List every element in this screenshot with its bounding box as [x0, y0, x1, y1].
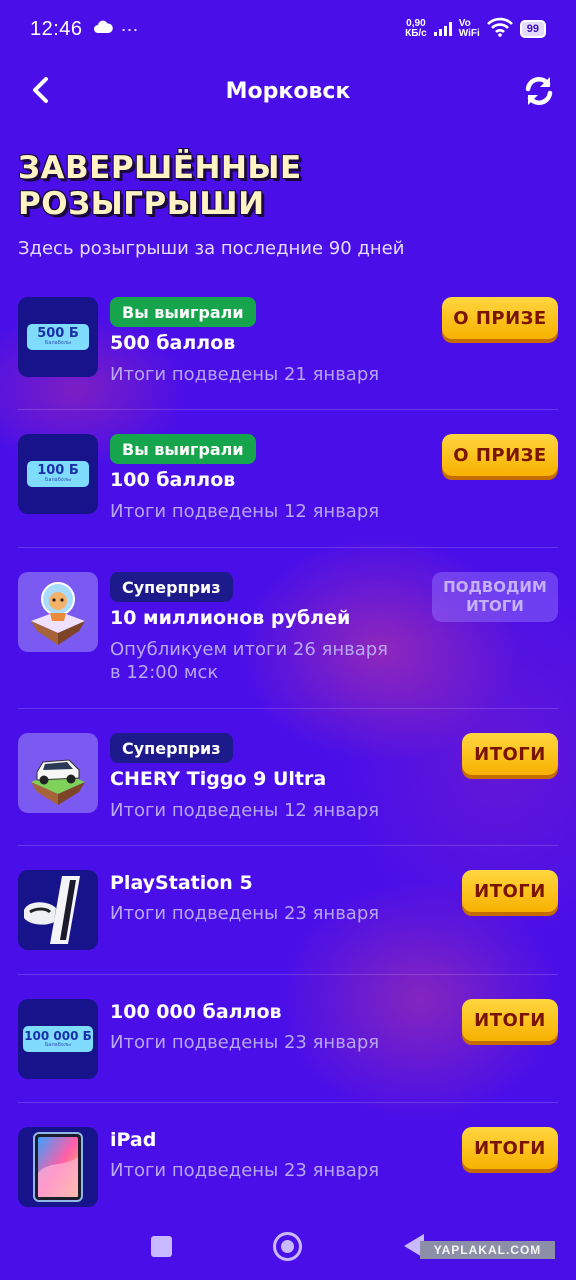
list-item[interactable]: 100 Б Балаболы Вы выиграли 100 баллов Ит…: [18, 410, 558, 548]
about-prize-button[interactable]: О ПРИЗЕ: [442, 297, 558, 339]
wifi-icon: [486, 17, 513, 42]
results-button[interactable]: ИТОГИ: [462, 999, 558, 1041]
points-card-icon: 100 000 Б Балаболы: [23, 1026, 93, 1052]
prize-title: 10 миллионов рублей: [110, 607, 351, 629]
prize-note: Итоги подведены 23 января: [110, 1160, 380, 1181]
points-card-icon: 500 Б Балаболы: [27, 324, 89, 350]
results-button[interactable]: ИТОГИ: [462, 733, 558, 775]
status-badge: Вы выиграли: [110, 297, 256, 327]
prize-note: Опубликуем итоги 26 января в 12:00 мск: [110, 639, 388, 683]
list-item[interactable]: 100 000 Б Балаболы 100 000 баллов Итоги …: [18, 975, 558, 1103]
back-button[interactable]: [26, 74, 58, 106]
list-item[interactable]: 500 Б Балаболы Вы выиграли 500 баллов Ит…: [18, 278, 558, 410]
prize-title: PlayStation 5: [110, 872, 253, 894]
list-item[interactable]: Суперприз CHERY Tiggo 9 Ultra Итоги подв…: [18, 709, 558, 846]
list-item[interactable]: iPad Итоги подведены 23 января ИТОГИ: [18, 1103, 558, 1213]
prize-title: iPad: [110, 1129, 157, 1151]
prize-thumbnail: [18, 870, 98, 950]
header-title: Морковск: [225, 78, 351, 104]
home-button[interactable]: [273, 1232, 302, 1261]
playstation-console-icon: [24, 876, 80, 944]
prize-thumbnail: 500 Б Балаболы: [18, 297, 98, 377]
character-island-icon: [31, 582, 85, 645]
battery-indicator: 99: [519, 20, 546, 38]
prize-note: Итоги подведены 21 января: [110, 364, 380, 385]
page-title: ЗАВЕРШЁННЫЕ РОЗЫГРЫШИ: [18, 150, 302, 222]
status-right: 0,90 КБ/с Vo WiFi 99: [405, 17, 546, 42]
prize-title: 100 000 баллов: [110, 1001, 282, 1023]
results-button[interactable]: ИТОГИ: [462, 1127, 558, 1169]
list-item[interactable]: Суперприз 10 миллионов рублей Опубликуем…: [18, 548, 558, 709]
network-speed: 0,90 КБ/с: [405, 18, 427, 39]
results-button[interactable]: ИТОГИ: [462, 870, 558, 912]
vowifi-label: Vo WiFi: [458, 18, 480, 39]
app-header: Морковск: [0, 60, 576, 122]
prize-thumbnail: [18, 572, 98, 652]
prize-thumbnail: [18, 733, 98, 813]
cloud-icon: [93, 20, 113, 39]
prize-title: CHERY Tiggo 9 Ultra: [110, 768, 327, 790]
list-item[interactable]: PlayStation 5 Итоги подведены 23 января …: [18, 846, 558, 975]
prize-note: Итоги подведены 12 января: [110, 800, 380, 821]
signal-icon: [433, 22, 452, 36]
recent-apps-button[interactable]: [151, 1236, 172, 1257]
about-prize-button[interactable]: О ПРИЗЕ: [442, 434, 558, 476]
status-bar: 12:46 ··· 0,90 КБ/с Vo WiFi 99: [0, 0, 576, 58]
status-badge: Суперприз: [110, 572, 233, 602]
status-badge: Суперприз: [110, 733, 233, 763]
prize-note: Итоги подведены 12 января: [110, 501, 380, 522]
status-time: 12:46: [30, 17, 83, 40]
status-badge: Вы выиграли: [110, 434, 256, 464]
prize-thumbnail: [18, 1127, 98, 1207]
tablet-icon: [33, 1132, 83, 1202]
prize-title: 500 баллов: [110, 332, 236, 354]
chevron-left-icon: [33, 77, 48, 103]
page-subtitle: Здесь розыгрыши за последние 90 дней: [18, 238, 405, 259]
watermark: YAPLAKAL.COM: [420, 1241, 555, 1259]
more-notifications-icon: ···: [120, 19, 139, 39]
prize-note: Итоги подведены 23 января: [110, 903, 380, 924]
prize-thumbnail: 100 000 Б Балаболы: [18, 999, 98, 1079]
results-pending-button[interactable]: ПОДВОДИМ ИТОГИ: [432, 572, 558, 622]
prize-note: Итоги подведены 23 января: [110, 1032, 380, 1053]
prize-thumbnail: 100 Б Балаболы: [18, 434, 98, 514]
prize-title: 100 баллов: [110, 469, 236, 491]
refresh-button[interactable]: [522, 74, 556, 108]
car-island-icon: [31, 759, 85, 805]
points-card-icon: 100 Б Балаболы: [27, 461, 89, 487]
refresh-icon: [525, 76, 553, 106]
